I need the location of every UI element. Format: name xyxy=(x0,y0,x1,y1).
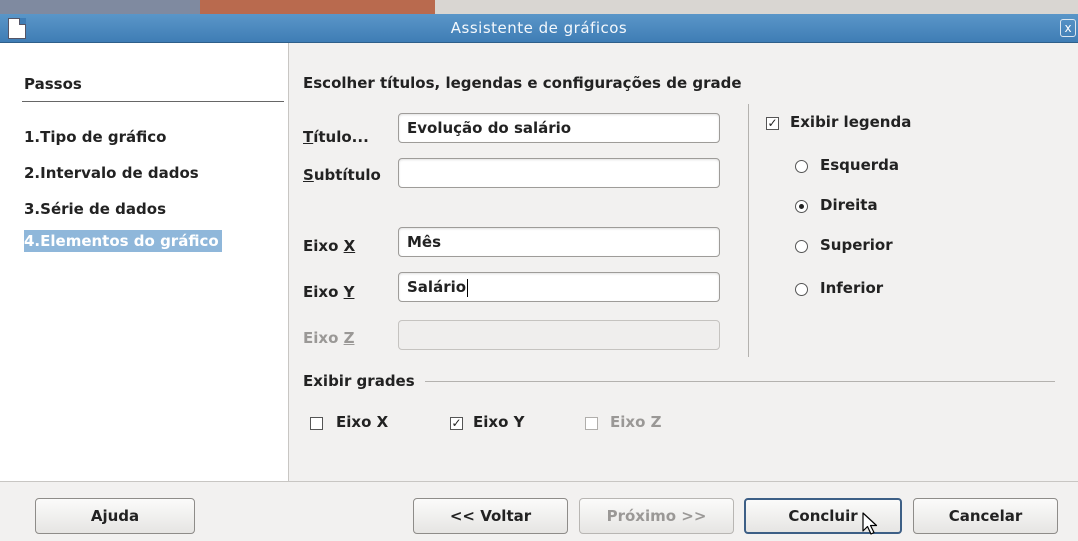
steps-divider xyxy=(22,101,284,102)
legend-left-label[interactable]: Esquerda xyxy=(820,156,899,174)
legend-top-label[interactable]: Superior xyxy=(820,236,893,254)
y-axis-input[interactable]: Salário xyxy=(398,272,720,302)
legend-right-radio[interactable] xyxy=(795,200,808,213)
legend-bottom-radio[interactable] xyxy=(795,283,808,296)
close-icon[interactable]: x xyxy=(1060,19,1076,37)
help-button[interactable]: Ajuda xyxy=(35,498,195,534)
text-cursor xyxy=(467,278,469,297)
z-axis-label: Eixo Z xyxy=(303,329,355,347)
window-title: Assistente de gráficos xyxy=(450,19,628,37)
grid-z-checkbox xyxy=(585,417,598,430)
subtitle-input[interactable] xyxy=(398,158,720,188)
step-chart-elements[interactable]: 4.Elementos do gráfico xyxy=(24,230,222,252)
grid-x-checkbox[interactable] xyxy=(310,417,323,430)
mouse-pointer-icon xyxy=(862,512,878,535)
grids-header: Exibir grades xyxy=(303,372,415,390)
show-legend-checkbox[interactable]: ✓ xyxy=(766,117,779,130)
step-data-range[interactable]: 2.Intervalo de dados xyxy=(24,162,202,184)
grid-z-label: Eixo Z xyxy=(610,413,662,431)
subtitle-label: Subtítulo xyxy=(303,166,381,184)
legend-bottom-label[interactable]: Inferior xyxy=(820,279,883,297)
cancel-button[interactable]: Cancelar xyxy=(913,498,1058,534)
back-button[interactable]: << Voltar xyxy=(413,498,568,534)
z-axis-input xyxy=(398,320,720,350)
legend-left-radio[interactable] xyxy=(795,160,808,173)
steps-panel: Passos 1.Tipo de gráfico 2.Intervalo de … xyxy=(0,43,289,481)
step-data-series[interactable]: 3.Série de dados xyxy=(24,198,169,220)
vertical-divider xyxy=(748,104,749,357)
y-axis-label: Eixo Y xyxy=(303,283,355,301)
x-axis-label: Eixo X xyxy=(303,237,356,255)
steps-header: Passos xyxy=(24,75,82,93)
background-window-strip xyxy=(0,0,1078,14)
grid-y-checkbox[interactable]: ✓ xyxy=(450,417,463,430)
x-axis-input[interactable]: Mês xyxy=(398,227,720,257)
section-heading: Escolher títulos, legendas e configuraçõ… xyxy=(303,74,742,92)
grid-x-label[interactable]: Eixo X xyxy=(336,413,388,431)
show-legend-label[interactable]: Exibir legenda xyxy=(790,113,911,131)
title-label: Título... xyxy=(303,128,369,146)
title-input[interactable]: Evolução do salário xyxy=(398,113,720,143)
legend-top-radio[interactable] xyxy=(795,240,808,253)
step-chart-type[interactable]: 1.Tipo de gráfico xyxy=(24,126,169,148)
grid-y-label[interactable]: Eixo Y xyxy=(473,413,524,431)
title-bar[interactable]: Assistente de gráficos x xyxy=(0,14,1078,43)
legend-right-label[interactable]: Direita xyxy=(820,196,878,214)
next-button: Próximo >> xyxy=(579,498,734,534)
grids-divider xyxy=(425,381,1055,382)
